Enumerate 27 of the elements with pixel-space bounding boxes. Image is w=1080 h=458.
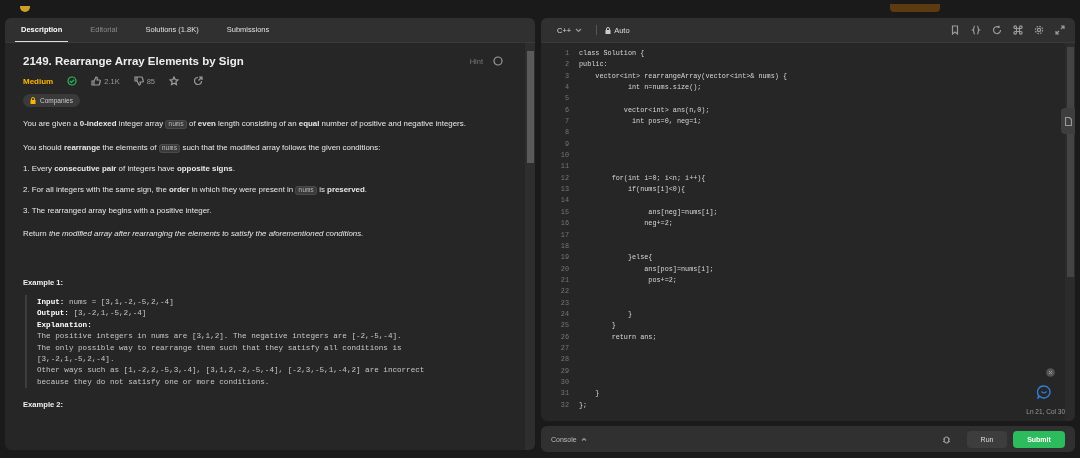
chevron-up-icon [580, 437, 587, 441]
scroll-thumb[interactable] [1067, 47, 1074, 277]
chevron-down-icon [575, 27, 583, 33]
scrollbar[interactable] [1065, 43, 1075, 421]
reset-icon[interactable] [992, 25, 1002, 35]
bookmark-icon[interactable] [950, 25, 960, 35]
logo-icon[interactable] [20, 6, 30, 12]
scrollbar[interactable] [525, 43, 535, 450]
share-icon[interactable] [193, 76, 203, 86]
expand-icon[interactable] [1055, 25, 1065, 35]
thumbs-up-icon[interactable] [91, 76, 102, 86]
braces-icon[interactable] [971, 25, 981, 35]
close-icon[interactable] [1046, 368, 1055, 377]
thumbs-down-icon[interactable] [133, 76, 144, 86]
settings-icon[interactable] [1034, 25, 1044, 35]
lock-icon [605, 26, 612, 34]
scroll-thumb[interactable] [527, 51, 534, 163]
command-icon[interactable] [1013, 25, 1023, 35]
side-panel-toggle[interactable] [1061, 108, 1075, 134]
difficulty-label: Medium [23, 76, 54, 86]
document-icon [1064, 116, 1072, 126]
problem-title: 2149. Rearrange Array Elements by Sign [23, 55, 244, 67]
chat-help-icon[interactable] [1037, 385, 1051, 399]
star-icon[interactable] [169, 76, 179, 86]
clock-icon[interactable] [493, 56, 503, 66]
lock-icon [30, 97, 36, 104]
bug-icon[interactable] [942, 434, 951, 444]
